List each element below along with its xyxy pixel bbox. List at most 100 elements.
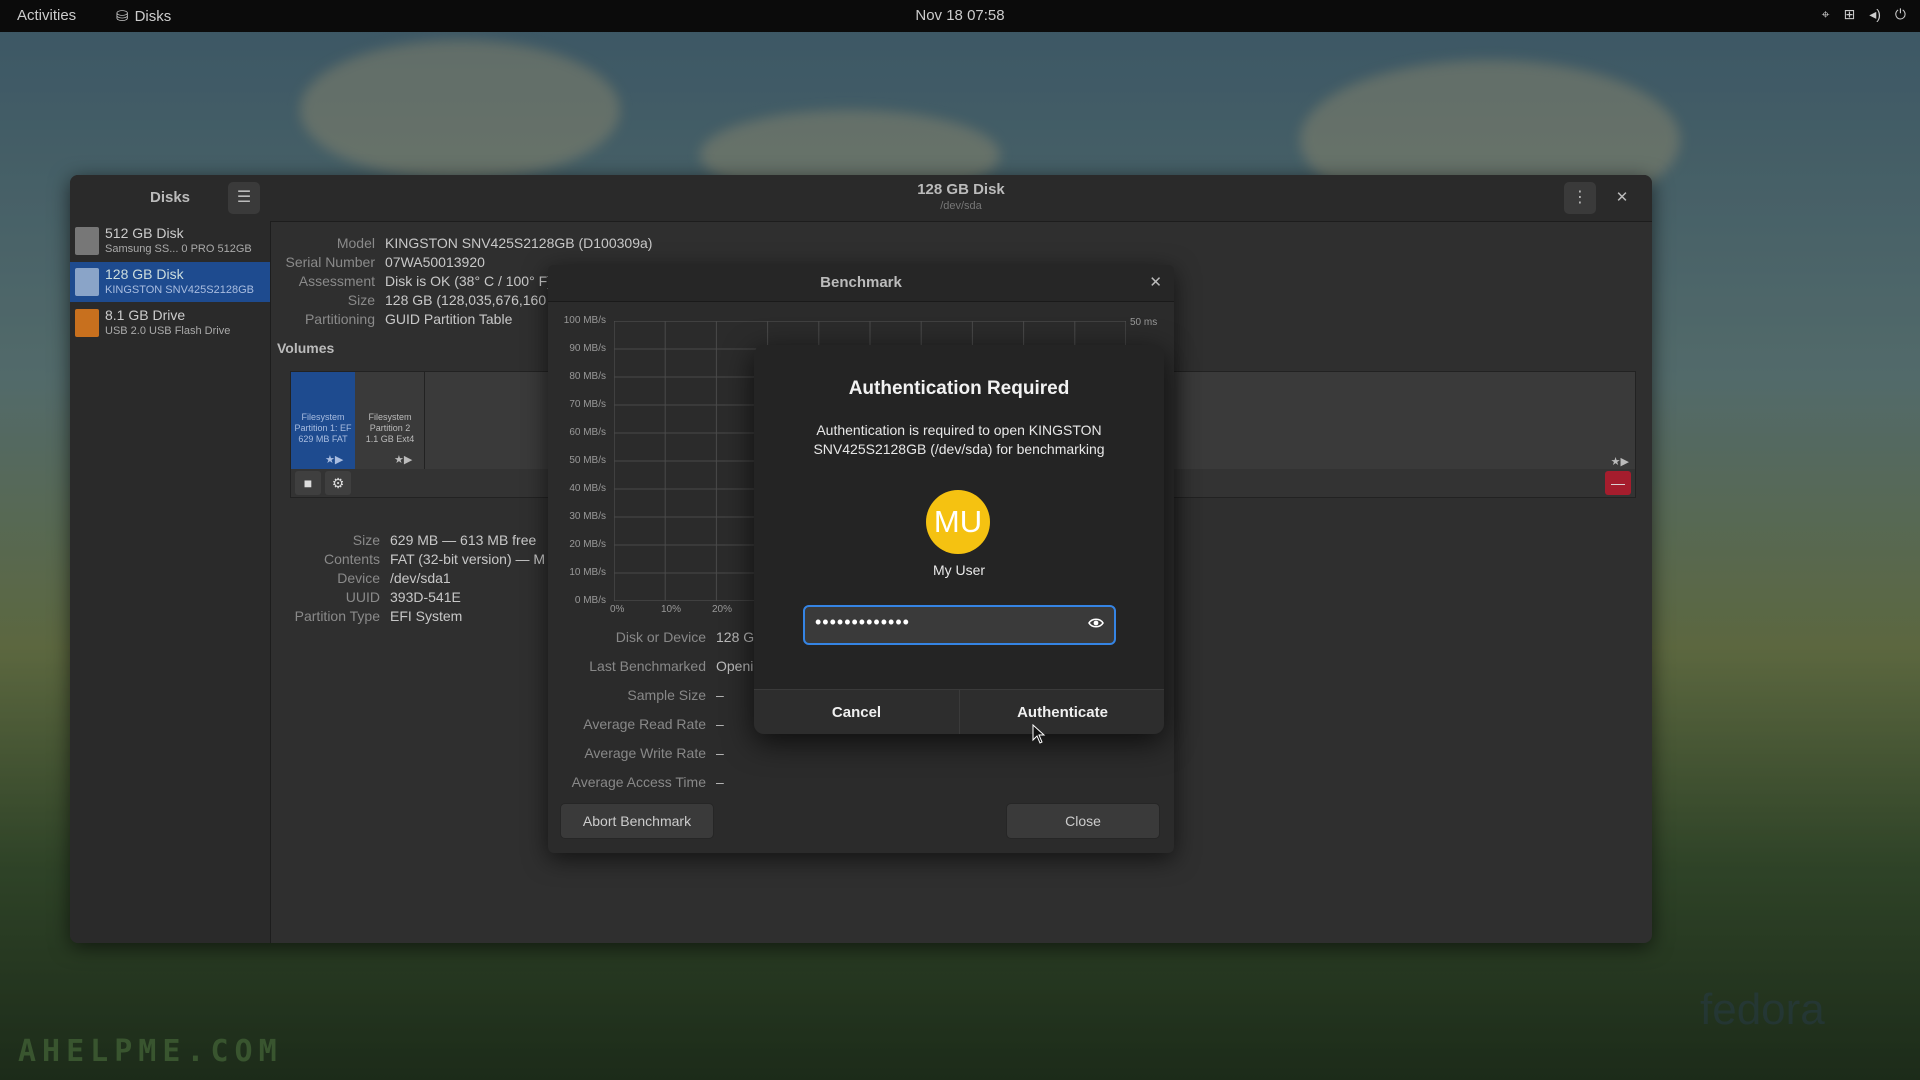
abort-benchmark-button[interactable]: Abort Benchmark — [560, 803, 714, 839]
x-tick-label: 20% — [712, 604, 733, 615]
user-avatar: MU — [926, 490, 990, 554]
part-info-uuid: UUID 393D-541E — [290, 589, 461, 605]
activities-button[interactable]: Activities — [17, 7, 76, 24]
partition-1-block[interactable]: Filesystem Partition 1: EF 629 MB FAT ★▶ — [291, 372, 355, 470]
mouse-cursor-icon — [1032, 724, 1046, 744]
auth-title: Authentication Required — [848, 378, 1070, 399]
info-value: Disk is OK (38° C / 100° F) — [385, 273, 552, 289]
info-value: EFI System — [390, 608, 463, 624]
disk-icon — [75, 227, 99, 255]
partition-label: Partition 2 — [369, 423, 411, 433]
y-tick-label: 30 MB/s — [569, 511, 606, 522]
info-value: 07WA50013920 — [385, 254, 485, 270]
partition-label: Partition 1: EF — [294, 423, 352, 433]
benchmark-close-icon[interactable]: ✕ — [1149, 273, 1162, 291]
auth-message: Authentication is required to open KINGS… — [813, 422, 1105, 457]
window-titlebar: Disks ☰ 128 GB Disk /dev/sda ⋮ ✕ — [70, 175, 1652, 222]
drive-options-button[interactable]: ⋮ — [1564, 182, 1596, 214]
part-info-device: Device/dev/sda1 — [290, 570, 451, 586]
hamburger-menu-button[interactable]: ☰ — [228, 182, 260, 214]
fedora-logo: fedora — [1700, 985, 1825, 1034]
drive-item-selected[interactable]: 128 GB Disk KINGSTON SNV425S2128GB — [70, 262, 270, 302]
y-tick-label: 0 MB/s — [574, 595, 606, 606]
show-password-icon[interactable] — [1088, 615, 1104, 631]
part-info-size: Size 629 MB — 613 MB free — [290, 532, 537, 548]
benchmark-row: Average Access Time – — [558, 774, 724, 790]
drive-item[interactable]: 512 GB Disk Samsung SS... 0 PRO 512GB — [70, 221, 270, 261]
benchmark-value: – — [716, 687, 724, 703]
benchmark-value: – — [716, 716, 724, 732]
drive-item[interactable]: 8.1 GB Drive USB 2.0 USB Flash Drive — [70, 303, 270, 343]
drive-description: USB 2.0 USB Flash Drive — [105, 325, 231, 337]
y-tick-label: 90 MB/s — [569, 343, 606, 354]
app-name: Disks — [134, 7, 172, 25]
benchmark-label: Average Read Rate — [583, 716, 706, 732]
drive-name: 128 GB Disk — [105, 266, 184, 282]
clock[interactable]: Nov 18 07:58 — [0, 7, 1920, 24]
y-tick-label: 20 MB/s — [569, 539, 606, 550]
x-tick-label: 10% — [661, 604, 682, 615]
watermark-text: AHELPME.COM — [18, 1034, 283, 1069]
cancel-button[interactable]: Cancel — [754, 690, 959, 734]
stop-button[interactable]: ■ — [295, 471, 321, 495]
volumes-heading: Volumes — [277, 340, 335, 356]
app-menu[interactable]: ⛁ Disks — [116, 7, 172, 26]
y-tick-label: 100 MB/s — [563, 315, 606, 326]
info-value: 393D-541E — [390, 589, 461, 605]
auth-button-row: Cancel Authenticate — [754, 689, 1164, 734]
info-label: Serial Number — [285, 254, 375, 270]
part-info-contents: Contents FAT (32-bit version) — M — [290, 551, 545, 567]
y-tick-label: 10 MB/s — [569, 567, 606, 578]
info-label: Partition Type — [294, 608, 380, 624]
info-value: FAT (32-bit version) — M — [390, 551, 546, 567]
star-play-icon: ★▶ — [325, 454, 344, 466]
star-play-icon: ★▶ — [394, 454, 413, 466]
delete-partition-button[interactable]: — — [1605, 471, 1631, 495]
benchmark-row: Average Write Rate – — [558, 745, 724, 761]
password-field[interactable]: ••••••••••••• — [803, 605, 1116, 645]
benchmark-label: Average Access Time — [571, 774, 706, 790]
drive-description: KINGSTON SNV425S2128GB — [105, 284, 254, 296]
info-model: Model KINGSTON SNV425S2128GB (D100309a) — [280, 235, 653, 251]
benchmark-titlebar: Benchmark ✕ — [548, 265, 1174, 302]
partition-label: 1.1 GB Ext4 — [365, 434, 415, 444]
window-title: 128 GB Disk — [917, 181, 1005, 198]
benchmark-label: Average Write Rate — [584, 745, 706, 761]
star-play-icon: ★▶ — [1610, 456, 1629, 468]
info-label: UUID — [345, 589, 380, 605]
settings-gears-icon[interactable]: ⚙ — [325, 471, 351, 495]
benchmark-value: – — [716, 745, 724, 761]
drive-name: 512 GB Disk — [105, 225, 184, 241]
info-assessment: Assessment Disk is OK (38° C / 100° F) — [280, 273, 552, 289]
info-partitioning: Partitioning GUID Partition Table — [280, 311, 512, 327]
partition-label: Filesystem — [301, 412, 345, 422]
benchmark-title: Benchmark — [820, 274, 902, 291]
benchmark-close-button[interactable]: Close — [1006, 803, 1160, 839]
info-serial: Serial Number 07WA50013920 — [280, 254, 485, 270]
partition-label: Filesystem — [368, 412, 412, 422]
info-value: GUID Partition Table — [385, 311, 513, 327]
info-label: Size — [347, 292, 375, 308]
drive-list: 512 GB Disk Samsung SS... 0 PRO 512GB 12… — [70, 221, 271, 943]
info-value: 629 MB — 613 MB free — [390, 532, 537, 548]
info-label: Model — [336, 235, 375, 251]
network-icon: ⊞ — [1843, 6, 1856, 22]
authentication-dialog: Authentication Required Authentication i… — [754, 345, 1164, 734]
disks-app-icon: ⛁ — [116, 8, 129, 25]
info-label: Device — [337, 570, 380, 586]
volume-icon: ◂) — [1869, 6, 1881, 22]
part-info-type: Partition Type EFI System — [290, 608, 463, 624]
benchmark-value: Openir — [716, 658, 759, 674]
info-size: Size 128 GB (128,035,676,160 — [280, 292, 546, 308]
authenticate-button[interactable]: Authenticate — [959, 690, 1164, 734]
info-label: Assessment — [298, 273, 375, 289]
y-tick-label: 60 MB/s — [569, 427, 606, 438]
system-tray[interactable]: ⌖ ⊞ ◂) ⏻ — [1822, 6, 1906, 23]
info-value: /dev/sda1 — [390, 570, 451, 586]
y-tick-label: 80 MB/s — [569, 371, 606, 382]
window-close-button[interactable]: ✕ — [1606, 182, 1638, 214]
benchmark-row: Average Read Rate – — [558, 716, 724, 732]
user-name: My User — [932, 562, 986, 578]
y-tick-label: 40 MB/s — [569, 483, 606, 494]
partition-2-block[interactable]: Filesystem Partition 2 1.1 GB Ext4 ★▶ — [356, 372, 425, 470]
